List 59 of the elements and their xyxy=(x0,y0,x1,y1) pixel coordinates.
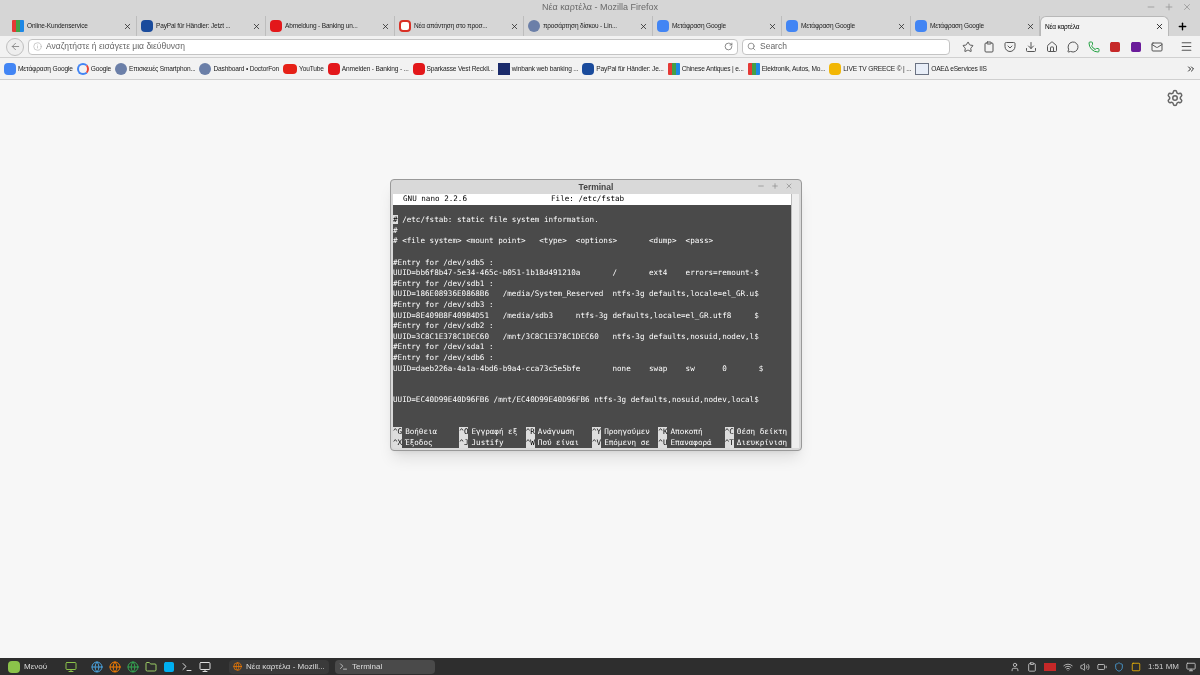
workspace-icon[interactable] xyxy=(1186,661,1196,672)
app-icon[interactable] xyxy=(1130,40,1142,53)
new-tab-icon[interactable] xyxy=(1177,21,1188,32)
phone-icon[interactable] xyxy=(1088,40,1100,53)
chat-icon[interactable] xyxy=(1067,40,1079,53)
home-icon[interactable] xyxy=(1046,40,1058,53)
clock: 1:51 MM xyxy=(1147,660,1179,673)
address-field[interactable]: Αναζητήστε ή εισάγετε μια διεύθυνση xyxy=(28,38,738,55)
address-input[interactable]: Αναζητήστε ή εισάγετε μια διεύθυνση xyxy=(46,40,720,53)
search-input[interactable]: Search xyxy=(760,40,945,53)
page-icon xyxy=(915,62,930,75)
monitor-icon[interactable] xyxy=(199,660,212,673)
shop-bag-icon xyxy=(12,20,24,32)
back-arrow-icon xyxy=(9,41,21,52)
shop-bag-icon xyxy=(667,62,680,75)
taskbar-task[interactable]: Νέα καρτέλα - Mozill... xyxy=(229,659,330,674)
app-icon xyxy=(1130,661,1141,672)
browser-icon[interactable] xyxy=(127,660,140,673)
close-icon[interactable] xyxy=(252,21,261,31)
terminal-icon[interactable] xyxy=(181,660,194,673)
menu-icon[interactable] xyxy=(1180,40,1193,53)
close-icon[interactable] xyxy=(639,21,648,31)
more-bookmarks-icon[interactable] xyxy=(1186,63,1196,74)
reload-icon[interactable] xyxy=(724,42,733,51)
start-menu-button[interactable]: Μενού xyxy=(4,660,52,673)
close-icon[interactable] xyxy=(381,21,390,31)
terminal-icon xyxy=(339,662,349,671)
window-title: Νέα καρτέλα - Mozilla Firefox xyxy=(542,1,658,15)
close-icon[interactable] xyxy=(1026,21,1035,31)
app-icon[interactable] xyxy=(163,660,176,673)
close-icon[interactable] xyxy=(768,21,777,31)
search-icon xyxy=(747,42,756,51)
browser-icon[interactable] xyxy=(109,660,122,673)
volume-icon xyxy=(1079,661,1090,672)
scrollbar[interactable] xyxy=(791,194,799,449)
clipboard-icon[interactable] xyxy=(983,40,995,53)
star-icon[interactable] xyxy=(962,40,974,53)
shop-bag-icon xyxy=(747,62,760,75)
close-icon[interactable] xyxy=(897,21,906,31)
terminal-title: Terminal xyxy=(578,180,614,194)
close-icon[interactable] xyxy=(123,21,132,31)
info-icon xyxy=(33,42,42,51)
user-icon xyxy=(1009,661,1020,672)
browser-icon[interactable] xyxy=(91,660,104,673)
clipboard-icon xyxy=(1026,661,1037,672)
shield-icon xyxy=(1113,661,1124,672)
desktop-icon[interactable] xyxy=(65,660,78,673)
close-icon[interactable] xyxy=(1155,22,1164,31)
download-icon[interactable] xyxy=(1025,40,1037,53)
taskbar-task[interactable]: Terminal xyxy=(335,659,436,674)
wifi-icon xyxy=(1062,661,1073,672)
battery-icon xyxy=(1096,661,1107,672)
search-field[interactable]: Search xyxy=(742,38,950,55)
pocket-icon[interactable] xyxy=(1004,40,1016,53)
close-icon[interactable] xyxy=(510,21,519,31)
app-icon[interactable] xyxy=(1109,40,1121,53)
settings-icon[interactable] xyxy=(1166,89,1184,107)
browser-icon xyxy=(233,662,243,671)
folder-icon[interactable] xyxy=(145,660,158,673)
